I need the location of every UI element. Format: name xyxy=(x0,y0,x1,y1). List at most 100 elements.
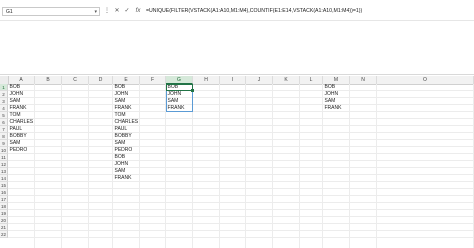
cell-e8[interactable]: BOBBY xyxy=(113,133,142,140)
column-header-m[interactable]: M xyxy=(323,76,350,84)
cell-e1[interactable]: BOB xyxy=(113,84,142,91)
row-header-11[interactable]: 11 xyxy=(0,154,8,161)
cell-a8[interactable]: BOBBY xyxy=(8,133,37,140)
column-header-h[interactable]: H xyxy=(193,76,220,84)
cell-e14[interactable]: FRANK xyxy=(113,175,142,182)
row-gridline xyxy=(8,216,474,217)
name-box-dropdown-icon[interactable]: ▾ xyxy=(94,8,97,17)
cell-a2[interactable]: JOHN xyxy=(8,91,37,98)
row-gridline xyxy=(8,237,474,238)
column-header-k[interactable]: K xyxy=(273,76,300,84)
grid-separator xyxy=(0,74,474,75)
formula-input[interactable]: =UNIQUE(FILTER(VSTACK(A1:A10,M1:M4),COUN… xyxy=(146,7,472,16)
row-header-10[interactable]: 10 xyxy=(0,147,8,154)
row-gridline xyxy=(8,104,474,105)
cell-m2[interactable]: JOHN xyxy=(323,91,352,98)
row-gridline xyxy=(8,160,474,161)
column-header-c[interactable]: C xyxy=(62,76,89,84)
row-header-7[interactable]: 7 xyxy=(0,126,8,133)
cell-e5[interactable]: TOM xyxy=(113,112,142,119)
cell-e9[interactable]: SAM xyxy=(113,140,142,147)
row-header-19[interactable]: 19 xyxy=(0,210,8,217)
cell-e2[interactable]: JOHN xyxy=(113,91,142,98)
formula-divider xyxy=(0,20,474,21)
row-gridline xyxy=(8,209,474,210)
row-gridline xyxy=(8,174,474,175)
cell-m3[interactable]: SAM xyxy=(323,98,352,105)
cell-m1[interactable]: BOB xyxy=(323,84,352,91)
column-header-l[interactable]: L xyxy=(300,76,323,84)
row-gridline xyxy=(8,153,474,154)
cell-a7[interactable]: PAUL xyxy=(8,126,37,133)
cell-a6[interactable]: CHARLES xyxy=(8,119,37,126)
row-header-17[interactable]: 17 xyxy=(0,196,8,203)
row-header-8[interactable]: 8 xyxy=(0,133,8,140)
cell-a1[interactable]: BOB xyxy=(8,84,37,91)
row-gridline xyxy=(8,111,474,112)
row-header-14[interactable]: 14 xyxy=(0,175,8,182)
row-header-13[interactable]: 13 xyxy=(0,168,8,175)
column-header-i[interactable]: I xyxy=(220,76,246,84)
column-header-n[interactable]: N xyxy=(350,76,377,84)
cell-e13[interactable]: SAM xyxy=(113,168,142,175)
row-header-18[interactable]: 18 xyxy=(0,203,8,210)
row-gridline xyxy=(8,230,474,231)
row-header-12[interactable]: 12 xyxy=(0,161,8,168)
row-gridline xyxy=(8,139,474,140)
row-header-16[interactable]: 16 xyxy=(0,189,8,196)
more-options-icon[interactable]: ⋮ xyxy=(103,6,111,16)
name-box[interactable]: G1 ▾ xyxy=(2,7,100,16)
row-header-6[interactable]: 6 xyxy=(0,119,8,126)
cell-e3[interactable]: SAM xyxy=(113,98,142,105)
cell-a10[interactable]: PEDRO xyxy=(8,147,37,154)
column-headers: ABCDEFGHIJKLMNO xyxy=(0,76,474,85)
column-header-e[interactable]: E xyxy=(113,76,140,84)
cell-e6[interactable]: CHARLES xyxy=(113,119,142,126)
column-header-g[interactable]: G xyxy=(166,76,193,84)
row-gridline xyxy=(8,146,474,147)
cell-a9[interactable]: SAM xyxy=(8,140,37,147)
row-gridline xyxy=(8,118,474,119)
cell-e12[interactable]: JOHN xyxy=(113,161,142,168)
row-gridline xyxy=(8,125,474,126)
formula-area: G1 ▾ ⋮ ✕ ✓ fx =UNIQUE(FILTER(VSTACK(A1:A… xyxy=(0,0,474,76)
cell-a4[interactable]: FRANK xyxy=(8,105,37,112)
worksheet-grid[interactable]: ABCDEFGHIJKLMNO 1 2 3 4 5 6 7 8 9 10 11 12 13 14 15 16 1… xyxy=(0,76,474,248)
column-header-a[interactable]: A xyxy=(8,76,35,84)
row-header-9[interactable]: 9 xyxy=(0,140,8,147)
row-header-22[interactable]: 22 xyxy=(0,231,8,238)
row-gridline xyxy=(8,202,474,203)
column-header-j[interactable]: J xyxy=(246,76,273,84)
row-gridline xyxy=(8,223,474,224)
row-gridline xyxy=(8,90,474,91)
insert-function-button[interactable]: fx xyxy=(133,6,143,16)
row-header-20[interactable]: 20 xyxy=(0,217,8,224)
cell-e4[interactable]: FRANK xyxy=(113,105,142,112)
cell-e10[interactable]: PEDRO xyxy=(113,147,142,154)
row-gridline xyxy=(8,181,474,182)
row-header-21[interactable]: 21 xyxy=(0,224,8,231)
row-gridline xyxy=(8,195,474,196)
row-header-1[interactable]: 1 xyxy=(0,84,8,91)
row-header-2[interactable]: 2 xyxy=(0,91,8,98)
column-header-o[interactable]: O xyxy=(377,76,474,84)
column-header-b[interactable]: B xyxy=(35,76,62,84)
cancel-icon[interactable]: ✕ xyxy=(113,6,121,16)
cell-a3[interactable]: SAM xyxy=(8,98,37,105)
cell-m4[interactable]: FRANK xyxy=(323,105,352,112)
fill-handle[interactable] xyxy=(191,89,194,92)
column-header-f[interactable]: F xyxy=(140,76,166,84)
cell-a5[interactable]: TOM xyxy=(8,112,37,119)
row-header-3[interactable]: 3 xyxy=(0,98,8,105)
row-header-15[interactable]: 15 xyxy=(0,182,8,189)
row-header-5[interactable]: 5 xyxy=(0,112,8,119)
row-gridline xyxy=(8,188,474,189)
enter-icon[interactable]: ✓ xyxy=(123,6,131,16)
cell-e7[interactable]: PAUL xyxy=(113,126,142,133)
row-gridline xyxy=(8,97,474,98)
active-cell-g1[interactable] xyxy=(166,84,193,91)
cell-e11[interactable]: BOB xyxy=(113,154,142,161)
column-header-d[interactable]: D xyxy=(89,76,113,84)
row-header-4[interactable]: 4 xyxy=(0,105,8,112)
name-box-value: G1 xyxy=(6,9,13,15)
